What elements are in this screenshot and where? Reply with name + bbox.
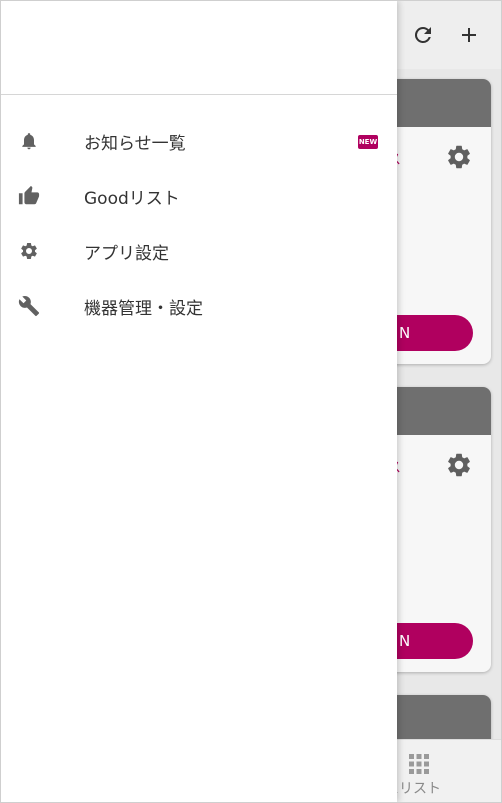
new-badge: NEW [358, 135, 378, 149]
refresh-button[interactable] [406, 18, 440, 52]
app-frame: ビス N ビス N [0, 0, 502, 803]
navigation-drawer: お知らせ一覧 NEW Goodリスト アプリ設定 機器管理・設定 [1, 1, 397, 802]
thumbs-up-icon [17, 184, 41, 208]
menu-item-label: アプリ設定 [84, 244, 169, 264]
menu-item-label: Goodリスト [84, 189, 180, 209]
menu-item-good-list[interactable]: Goodリスト [1, 170, 397, 225]
gear-icon[interactable] [445, 143, 473, 171]
drawer-header [1, 1, 397, 95]
drawer-menu: お知らせ一覧 NEW Goodリスト アプリ設定 機器管理・設定 [1, 115, 397, 335]
gear-icon[interactable] [445, 451, 473, 479]
menu-item-notifications[interactable]: お知らせ一覧 NEW [1, 115, 397, 170]
menu-item-device-management[interactable]: 機器管理・設定 [1, 280, 397, 335]
bell-icon [17, 129, 41, 153]
grid-icon [409, 754, 429, 774]
menu-item-app-settings[interactable]: アプリ設定 [1, 225, 397, 280]
refresh-icon [414, 26, 431, 43]
menu-item-label: 機器管理・設定 [84, 299, 203, 319]
gear-icon [17, 239, 41, 263]
menu-item-label: お知らせ一覧 [84, 134, 186, 154]
wrench-icon [17, 294, 41, 318]
add-button[interactable] [452, 18, 486, 52]
plus-icon [462, 28, 476, 42]
